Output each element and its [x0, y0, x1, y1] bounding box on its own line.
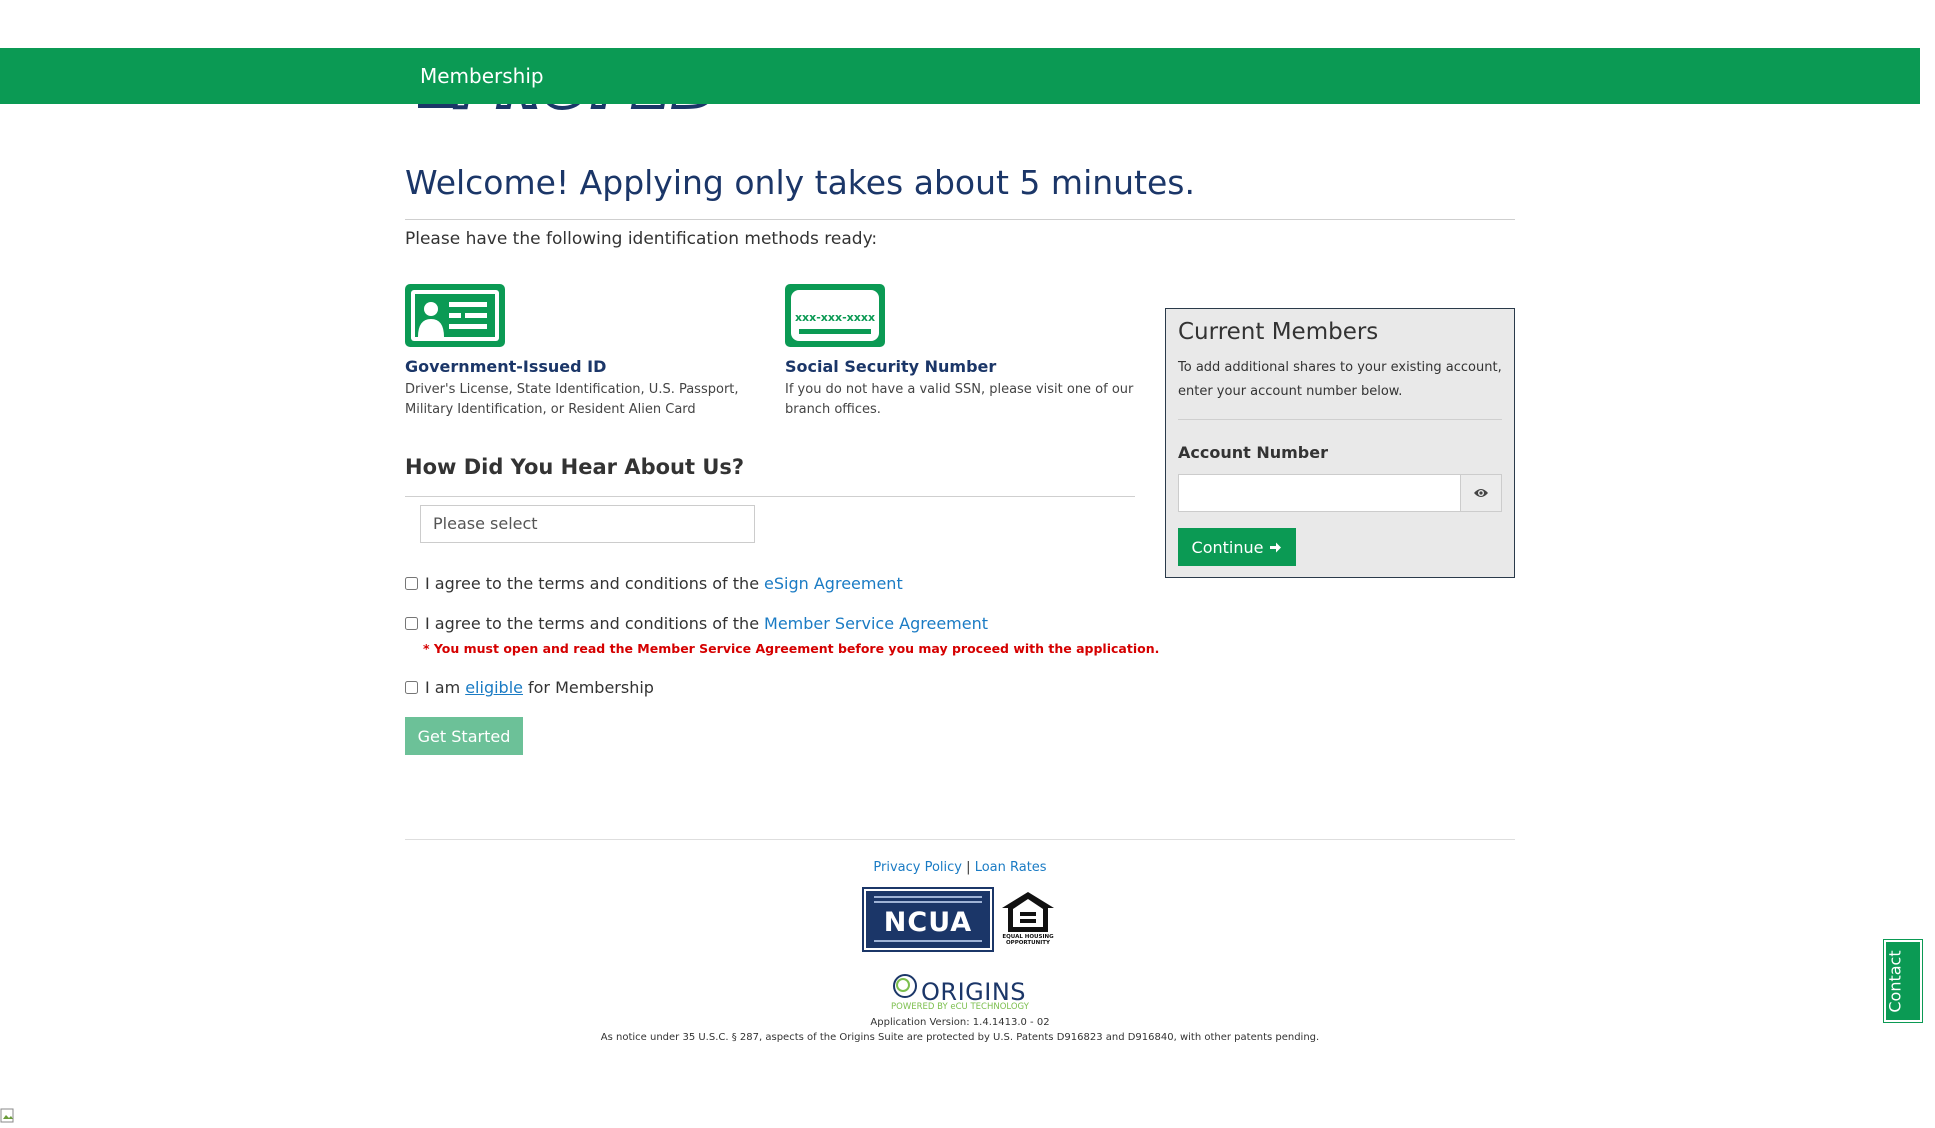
divider — [1178, 419, 1502, 420]
ssn-method: xxx-xxx-xxxx Social Security Number If y… — [785, 284, 1145, 420]
current-members-title: Current Members — [1178, 319, 1379, 345]
msa-checkbox[interactable] — [405, 617, 418, 630]
msa-warning: * You must open and read the Member Serv… — [423, 641, 1160, 656]
divider — [405, 219, 1515, 220]
contact-tab[interactable]: Contact — [1883, 939, 1923, 1023]
broken-image-icon — [0, 1108, 14, 1123]
account-number-input[interactable] — [1178, 474, 1461, 512]
continue-label: Continue — [1191, 537, 1264, 557]
show-password-button[interactable] — [1460, 474, 1502, 512]
eye-icon — [1474, 489, 1488, 497]
eligible-checkbox[interactable] — [405, 681, 418, 694]
equal-housing-icon — [1002, 891, 1054, 932]
contact-label: Contact — [1885, 950, 1905, 1013]
continue-button[interactable]: Continue — [1178, 528, 1296, 566]
account-number-label: Account Number — [1178, 443, 1328, 462]
ssn-card-icon: xxx-xxx-xxxx — [785, 284, 885, 347]
hear-about-select[interactable]: Please select — [420, 505, 755, 543]
get-started-button[interactable]: Get Started — [405, 717, 523, 755]
page-title: Welcome! Applying only takes about 5 min… — [405, 163, 1195, 202]
member-service-agreement-link[interactable]: Member Service Agreement — [764, 614, 988, 633]
origins-subtext: POWERED BY eCU TECHNOLOGY — [891, 1002, 1029, 1012]
origins-logo[interactable]: ORIGINS POWERED BY eCU TECHNOLOGY — [891, 972, 1031, 1012]
gov-id-title: Government-Issued ID — [405, 357, 607, 376]
footer-links: Privacy Policy | Loan Rates — [405, 860, 1515, 875]
equal-housing-text: EQUAL HOUSING OPPORTUNITY — [1002, 933, 1054, 946]
msa-agreement-row: I agree to the terms and conditions of t… — [405, 614, 988, 633]
top-navbar: Membership — [0, 48, 1920, 104]
esign-agreement-row: I agree to the terms and conditions of t… — [405, 574, 903, 593]
app-version: Application Version: 1.4.1413.0 - 02 — [870, 1017, 1050, 1028]
footer-separator: | — [966, 860, 971, 875]
eligible-link[interactable]: eligible — [465, 678, 523, 697]
ncua-logo[interactable]: NCUA — [862, 887, 994, 952]
arrow-right-icon — [1270, 542, 1282, 552]
privacy-policy-link[interactable]: Privacy Policy — [873, 860, 962, 875]
esign-label: I agree to the terms and conditions of t… — [425, 574, 760, 593]
gov-id-desc: Driver's License, State Identification, … — [405, 382, 739, 417]
navbar-brand[interactable]: Membership — [420, 64, 544, 88]
eligible-prefix: I am — [425, 678, 461, 697]
footer-divider — [405, 839, 1515, 840]
gov-id-method: Government-Issued ID Driver's License, S… — [405, 284, 765, 420]
msa-label: I agree to the terms and conditions of t… — [425, 614, 760, 633]
eligible-suffix: for Membership — [527, 678, 654, 697]
intro-text: Please have the following identification… — [405, 229, 878, 249]
loan-rates-link[interactable]: Loan Rates — [975, 860, 1047, 875]
current-members-panel: Current Members To add additional shares… — [1165, 308, 1515, 578]
ssn-title: Social Security Number — [785, 357, 997, 376]
eligible-row: I am eligible for Membership — [405, 678, 654, 697]
divider — [405, 496, 1135, 497]
equal-housing-logo[interactable]: EQUAL HOUSING OPPORTUNITY — [998, 890, 1058, 950]
footer-badges: NCUA EQUAL HOUSING OPPORTUNITY — [862, 887, 1058, 952]
esign-checkbox[interactable] — [405, 577, 418, 590]
ssn-desc: If you do not have a valid SSN, please v… — [785, 382, 1134, 417]
ncua-fineprint-line — [874, 901, 982, 903]
patent-notice: As notice under 35 U.S.C. § 287, aspects… — [600, 1032, 1320, 1043]
ncua-text: NCUA — [883, 907, 973, 938]
id-card-icon — [405, 284, 505, 347]
current-members-desc: To add additional shares to your existin… — [1178, 360, 1502, 399]
ssn-card-text: xxx-xxx-xxxx — [795, 311, 875, 324]
ncua-fineprint-line — [874, 896, 982, 898]
hear-about-heading: How Did You Hear About Us? — [405, 455, 745, 479]
origins-swirl-icon — [893, 974, 917, 998]
esign-agreement-link[interactable]: eSign Agreement — [764, 574, 903, 593]
ncua-fineprint-line — [874, 940, 982, 942]
